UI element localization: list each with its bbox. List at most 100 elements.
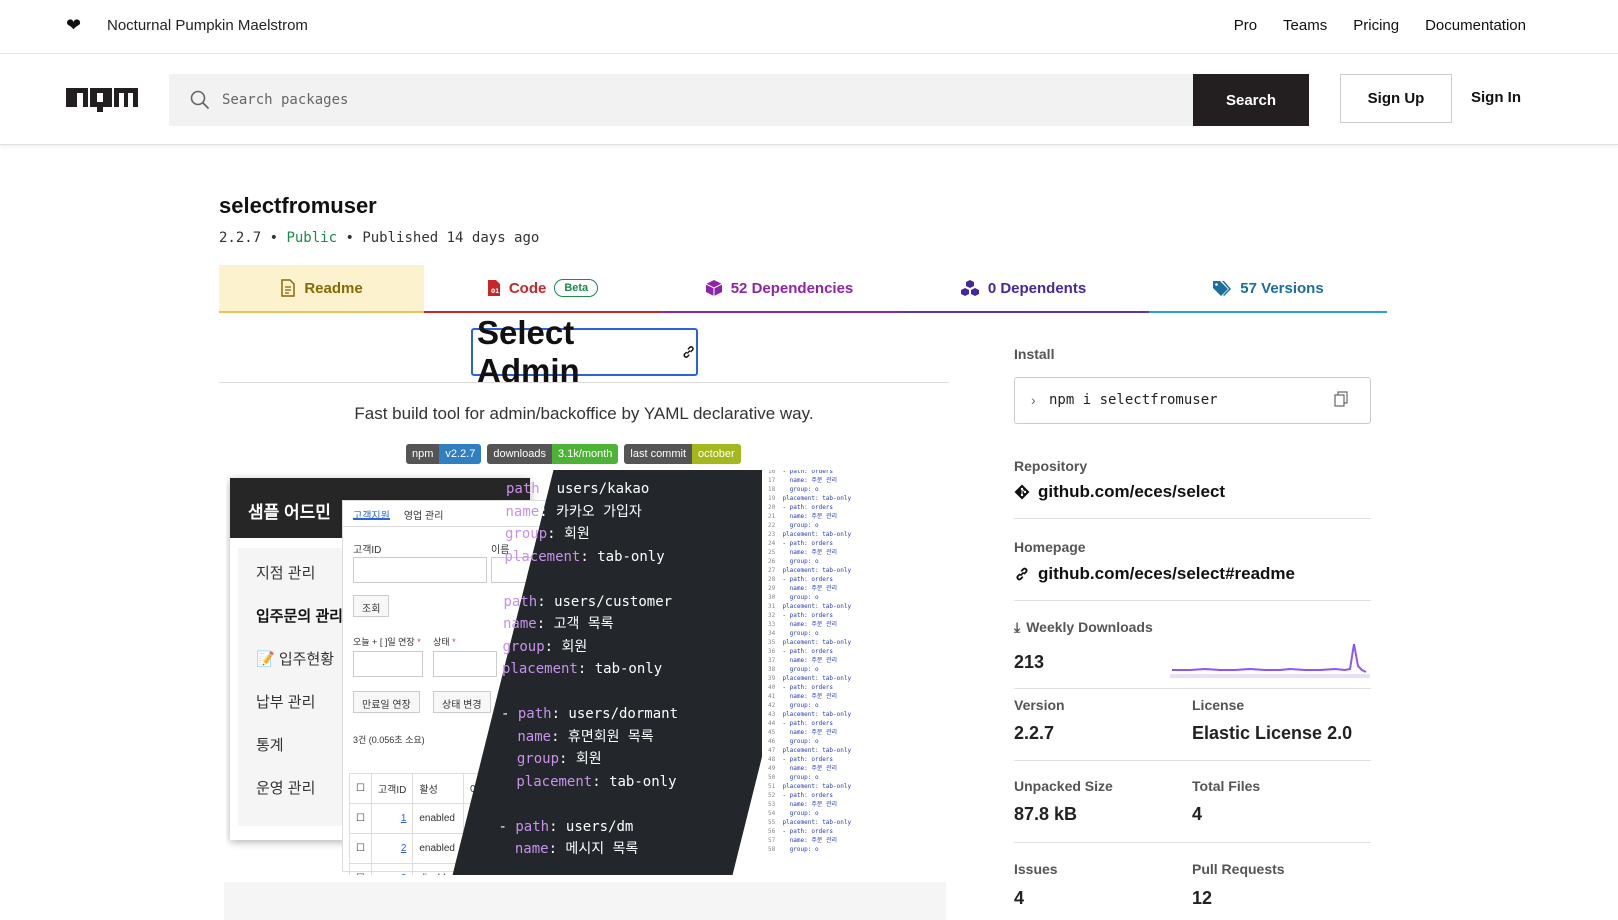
license-value: Elastic License 2.0 [1192, 723, 1353, 743]
heart-icon[interactable]: ❤ [66, 15, 81, 36]
code-line: 44 - path: orders [768, 720, 834, 727]
sidebar-divider [1014, 842, 1371, 843]
preview-admin-menu: 지점 관리 입주문의 관리 📝 입주현황 납부 관리 통계 운영 관리 [238, 548, 358, 826]
meta-dot: • [345, 230, 363, 246]
tab-dependencies[interactable]: 52 Dependencies [661, 265, 897, 313]
readme-title[interactable]: Select Admin [471, 314, 698, 389]
yaml-line: - path: users/dm [498, 818, 634, 835]
svg-text:01: 01 [491, 288, 499, 295]
preview-form-tab: 고객지원 [353, 507, 390, 522]
search-input[interactable] [222, 74, 1162, 126]
preview-field [353, 651, 423, 677]
table-cell: ☐ [349, 863, 372, 875]
top-link-documentation[interactable]: Documentation [1425, 17, 1526, 34]
copy-icon[interactable] [1334, 391, 1348, 407]
package-version: 2.2.7 [219, 230, 262, 246]
table-cell: 2 [370, 833, 414, 864]
package-published: Published 14 days ago [362, 230, 540, 246]
boxes-icon [960, 280, 979, 296]
table-cell: 활성 [412, 773, 464, 804]
code-line: 30 group: o [768, 594, 819, 601]
preview-extend-button: 만료일 연장 [353, 691, 420, 713]
homepage-url[interactable]: github.com/eces/select#readme [1038, 564, 1295, 584]
sign-in-link[interactable]: Sign In [1471, 89, 1521, 106]
issues-value[interactable]: 4 [1014, 888, 1024, 909]
npm-version-badge[interactable]: npm v2.2.7 [406, 444, 482, 464]
sign-up-button[interactable]: Sign Up [1340, 74, 1452, 123]
code-line: 57 name: 주문 관리 [768, 837, 838, 844]
npm-logo[interactable] [66, 88, 138, 112]
weekly-downloads-label: ⤓ Weekly Downloads [1014, 619, 1153, 636]
code-line: 55 placement: tab-only [768, 819, 852, 826]
code-line: 35 placement: tab-only [768, 639, 852, 646]
header: Search Sign Up Sign In [0, 54, 1618, 145]
code-line: 40 - path: orders [768, 684, 834, 691]
repository-url[interactable]: github.com/eces/select [1038, 482, 1225, 502]
repository-link[interactable]: github.com/eces/select [1014, 482, 1225, 502]
version-label: Version [1014, 697, 1065, 713]
tab-versions[interactable]: 57 Versions [1149, 265, 1387, 313]
downloads-badge[interactable]: downloads 3.1k/month [487, 444, 619, 464]
sidebar-divider [1014, 600, 1371, 601]
preview-label-status: 상태 * [433, 637, 456, 647]
readme-description: Fast build tool for admin/backoffice by … [354, 404, 814, 423]
tab-dependents-label: 0 Dependents [987, 279, 1087, 297]
yaml-line: placement: tab-only [504, 548, 665, 565]
git-icon [1014, 484, 1030, 500]
code-line: 48 - path: orders [768, 756, 834, 763]
top-link-pro[interactable]: Pro [1234, 17, 1257, 34]
top-link-teams[interactable]: Teams [1283, 17, 1327, 34]
preview-label-status-text: 상태 [433, 637, 450, 647]
downloads-sparkline[interactable] [1170, 636, 1370, 680]
preview-field [353, 557, 487, 583]
yaml-line [502, 681, 679, 704]
last-commit-badge[interactable]: last commit october [624, 444, 741, 464]
code-line: 20 - path: orders [768, 504, 834, 511]
install-command-box[interactable]: › npm i selectfromuser [1014, 377, 1371, 424]
code-line: 28 - path: orders [768, 576, 834, 583]
sidebar-divider [1014, 688, 1371, 689]
badge-value: 3.1k/month [551, 444, 619, 464]
table-cell: ☐ [349, 803, 372, 834]
tab-dependencies-label: 52 Dependencies [730, 279, 854, 297]
tab-versions-label: 57 Versions [1240, 279, 1324, 297]
table-cell: 1 [370, 803, 414, 834]
table-cell: 고객ID [370, 773, 414, 804]
total-files-value: 4 [1192, 804, 1203, 824]
search-box [169, 74, 1193, 126]
search-button[interactable]: Search [1193, 74, 1309, 126]
readme-next-block [224, 882, 946, 920]
code-line: 58 group: o [768, 846, 819, 853]
prompt-icon: › [1031, 392, 1036, 408]
homepage-link[interactable]: github.com/eces/select#readme [1014, 564, 1295, 584]
table-cell: ☐ [349, 833, 372, 864]
package-name: selectfromuser [219, 193, 377, 218]
org-name[interactable]: Nocturnal Pumpkin Maelstrom [107, 17, 308, 34]
document-icon [281, 279, 296, 297]
unpacked-size-label: Unpacked Size [1014, 778, 1113, 794]
link-icon[interactable] [681, 344, 696, 360]
meta-dot: • [269, 230, 287, 246]
preview-code-lines: 15 placement: tab-only16 - path: orders1… [768, 470, 851, 854]
pull-requests-value[interactable]: 12 [1192, 888, 1212, 909]
code-line: 46 group: o [768, 738, 819, 745]
tab-code[interactable]: 01 Code Beta [424, 265, 661, 313]
install-command[interactable]: npm i selectfromuser [1049, 392, 1218, 408]
tab-dependents[interactable]: 0 Dependents [897, 265, 1149, 313]
readme-title-text: Select Admin [477, 314, 580, 389]
sparkline-line [1172, 643, 1367, 673]
install-label: Install [1014, 346, 1055, 362]
preview-field [433, 651, 497, 677]
package-tabs: Readme 01 Code Beta 52 Dependencies 0 De… [219, 265, 1387, 313]
link-icon [1016, 567, 1028, 581]
download-icon: ⤓ [1014, 619, 1021, 635]
code-line: 29 name: 주문 관리 [768, 585, 838, 592]
issues-label: Issues [1014, 861, 1058, 877]
top-link-pricing[interactable]: Pricing [1353, 17, 1399, 34]
homepage-label: Homepage [1014, 539, 1086, 555]
yaml-line: placement: tab-only [502, 661, 663, 677]
license-label: License [1192, 697, 1245, 713]
tab-readme[interactable]: Readme [219, 265, 424, 313]
sidebar-divider [1014, 518, 1371, 519]
package-meta: 2.2.7 • Public • Published 14 days ago [219, 230, 539, 246]
